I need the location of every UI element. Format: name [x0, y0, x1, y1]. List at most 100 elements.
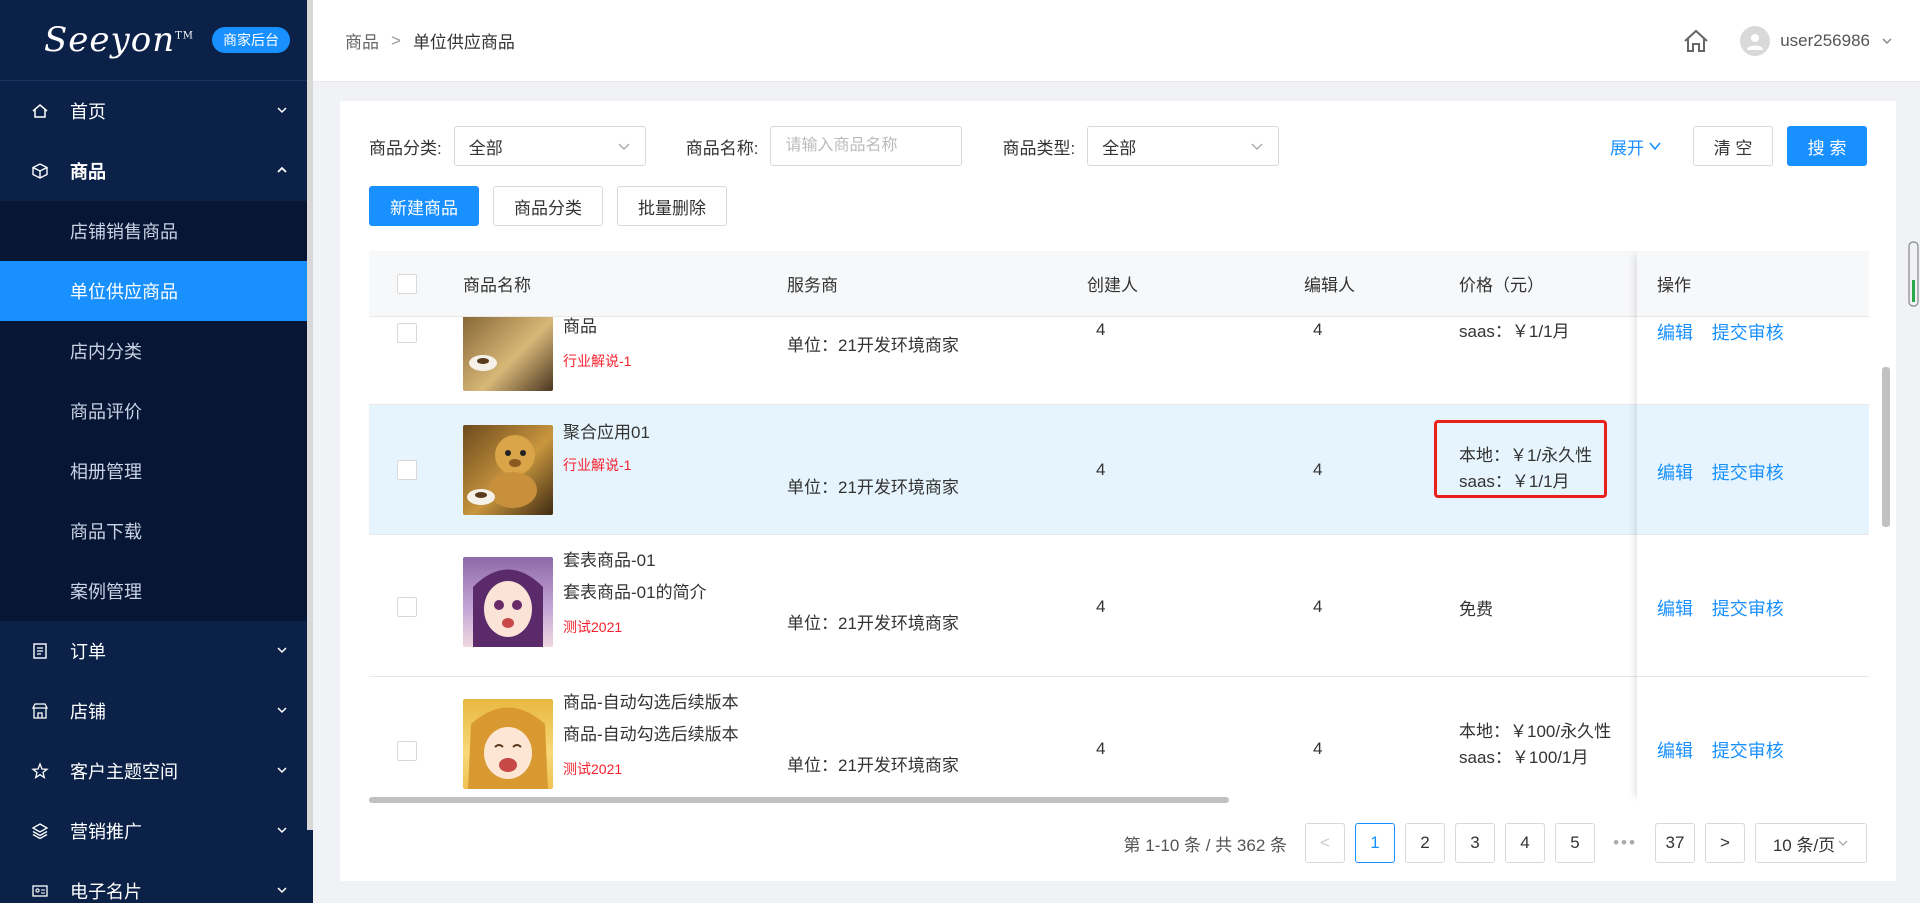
menu-item-store[interactable]: 店铺 [0, 681, 313, 741]
row-checkbox[interactable] [397, 741, 417, 761]
star-icon [30, 761, 50, 781]
table-vertical-scrollbar[interactable] [1882, 317, 1890, 797]
page-button-5[interactable]: 5 [1555, 823, 1595, 863]
submenu-item-case[interactable]: 案例管理 [0, 561, 313, 621]
chevron-down-icon [1649, 142, 1661, 151]
chevron-down-icon [277, 707, 287, 714]
submenu-item-unit-supply-goods[interactable]: 单位供应商品 [0, 261, 313, 321]
editor-cell: 4 [1313, 460, 1323, 479]
submenu-item-goods-review[interactable]: 商品评价 [0, 381, 313, 441]
menu-item-home[interactable]: 首页 [0, 81, 313, 141]
menu-item-goods[interactable]: 商品 [0, 141, 313, 201]
table-row: 商品-自动勾选后续版本 商品-自动勾选后续版本 测试2021 单位：21开发环境… [369, 677, 1869, 801]
row-checkbox[interactable] [397, 323, 417, 343]
price-cell: saas：￥1/1月 [1459, 319, 1570, 345]
avatar[interactable] [1740, 26, 1771, 56]
submit-review-link[interactable]: 提交审核 [1712, 741, 1784, 761]
page-button-3[interactable]: 3 [1455, 823, 1495, 863]
bear-image [469, 355, 497, 371]
editor-cell: 4 [1313, 320, 1323, 339]
home-icon[interactable] [1682, 27, 1710, 55]
expand-link[interactable]: 展开 [1610, 134, 1663, 159]
page-button-4[interactable]: 4 [1505, 823, 1545, 863]
breadcrumb-current: 单位供应商品 [412, 33, 515, 52]
operation-cell: 编辑 提交审核 [1657, 737, 1798, 763]
row-checkbox[interactable] [397, 460, 417, 480]
edit-link[interactable]: 编辑 [1657, 463, 1693, 483]
category-select[interactable]: 全部 [453, 126, 646, 166]
operation-cell: 编辑 提交审核 [1657, 595, 1798, 621]
expand-label: 展开 [1610, 138, 1644, 158]
price-line: saas：￥100/1月 [1459, 748, 1589, 767]
name-label: 商品名称: [685, 138, 759, 158]
creator-cell: 4 [1096, 739, 1106, 758]
home-icon [30, 101, 50, 121]
sidebar-scrollbar[interactable] [307, 0, 313, 830]
breadcrumb-root[interactable]: 商品 [345, 28, 379, 53]
product-name: 套表商品-01 [563, 551, 656, 570]
creator-cell: 4 [1096, 460, 1106, 479]
horizontal-scrollbar-thumb[interactable] [369, 797, 1229, 803]
edit-link[interactable]: 编辑 [1657, 741, 1693, 761]
row-checkbox[interactable] [397, 597, 417, 617]
filter-actions: 展开 清 空 搜 索 [1610, 126, 1867, 166]
page-scroll-thumb[interactable] [1908, 240, 1920, 310]
col-header-creator: 创建人 [1087, 276, 1138, 295]
clear-button[interactable]: 清 空 [1693, 126, 1773, 166]
batch-delete-button[interactable]: 批量删除 [617, 186, 727, 226]
edit-link[interactable]: 编辑 [1657, 599, 1693, 619]
editor-cell: 4 [1313, 739, 1323, 758]
product-thumbnail [463, 557, 553, 647]
menu-item-orders[interactable]: 订单 [0, 621, 313, 681]
table-row: 聚合应用01 行业解说-1 单位：21开发环境商家 4 4 本地：￥1/永久性 … [369, 405, 1869, 535]
submit-review-link[interactable]: 提交审核 [1712, 599, 1784, 619]
product-thumbnail [463, 425, 553, 515]
vendor-cell: 单位：21开发环境商家 [787, 336, 959, 355]
submenu-item-album[interactable]: 相册管理 [0, 441, 313, 501]
table-vertical-scrollbar-thumb[interactable] [1882, 367, 1890, 527]
product-name: 商品 [563, 317, 597, 336]
filter-row: 商品分类: 全部 商品名称: 商品类型: 全部 展开 清 空 搜 索 [369, 126, 1867, 166]
chevron-down-icon [277, 107, 287, 114]
horizontal-scrollbar[interactable] [369, 797, 1869, 805]
username[interactable]: user256986 [1780, 31, 1870, 51]
table-row: 商品 行业解说-1 单位：21开发环境商家 4 4 saas：￥1/1月 编辑 … [369, 317, 1869, 405]
layers-icon [30, 821, 50, 841]
page-button-2[interactable]: 2 [1405, 823, 1445, 863]
category-select-value: 全部 [468, 138, 503, 158]
product-name: 商品-自动勾选后续版本 [563, 693, 739, 712]
edit-link[interactable]: 编辑 [1657, 323, 1693, 343]
menu-item-business-card[interactable]: 电子名片 [0, 861, 313, 903]
submenu-item-store-goods[interactable]: 店铺销售商品 [0, 201, 313, 261]
submit-review-link[interactable]: 提交审核 [1712, 463, 1784, 483]
chevron-down-icon[interactable] [1880, 34, 1894, 48]
menu-item-marketing[interactable]: 营销推广 [0, 801, 313, 861]
submit-review-link[interactable]: 提交审核 [1712, 323, 1784, 343]
menu-label: 订单 [70, 642, 106, 662]
select-all-checkbox[interactable] [397, 273, 417, 294]
next-page-button[interactable]: > [1705, 823, 1745, 863]
product-tag: 行业解说-1 [563, 353, 632, 369]
pagination-ellipsis[interactable]: ••• [1605, 833, 1645, 853]
page-button-1[interactable]: 1 [1355, 823, 1395, 863]
user-icon [1747, 34, 1764, 50]
name-search-input[interactable] [770, 126, 963, 166]
page-size-select[interactable]: 10 条/页 [1755, 823, 1867, 863]
prev-page-button[interactable]: < [1305, 823, 1345, 863]
logo-text: Seeyon [44, 20, 176, 60]
type-select[interactable]: 全部 [1087, 126, 1280, 166]
product-description: 商品-自动勾选后续版本 [563, 725, 739, 744]
search-button[interactable]: 搜 索 [1787, 126, 1867, 166]
breadcrumb-separator: > [391, 30, 401, 50]
submenu-item-goods-download[interactable]: 商品下载 [0, 501, 313, 561]
anime-girl-image [473, 569, 543, 647]
page-button-last[interactable]: 37 [1655, 823, 1695, 863]
menu-item-customer-space[interactable]: 客户主题空间 [0, 741, 313, 801]
type-select-value: 全部 [1102, 138, 1137, 158]
menu-label: 首页 [70, 102, 106, 122]
goods-category-button[interactable]: 商品分类 [493, 186, 603, 226]
page-vertical-scrollbar[interactable] [1908, 240, 1920, 310]
submenu-item-store-category[interactable]: 店内分类 [0, 321, 313, 381]
new-goods-button[interactable]: 新建商品 [369, 186, 479, 226]
menu-label: 店铺 [70, 702, 106, 722]
